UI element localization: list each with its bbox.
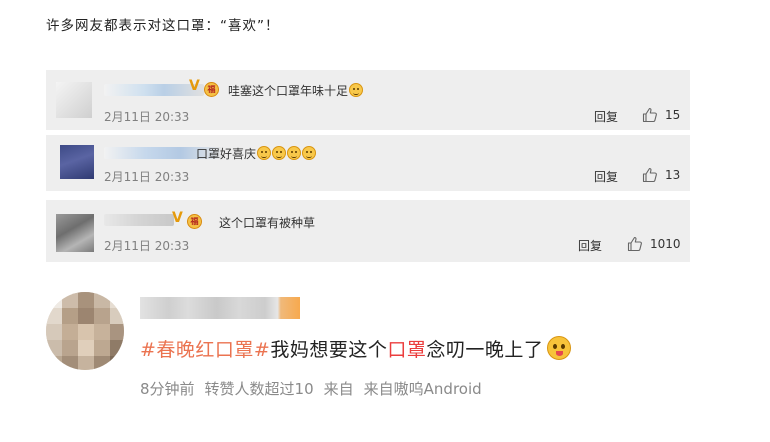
comment-time: 2月11日 20:33	[104, 170, 190, 184]
commenter-name-blurred[interactable]	[104, 214, 174, 226]
post-text-part: 我妈想要这个	[270, 339, 388, 361]
commenter-avatar[interactable]	[56, 214, 94, 252]
comment-card: V 福 哇塞这个口罩年味十足 2月11日 20:33 回复 15	[46, 70, 690, 130]
comment-card: 口罩好喜庆 2月11日 20:33 回复 13	[46, 135, 690, 191]
vip-icon: V	[189, 78, 200, 94]
like-count: 1010	[650, 237, 681, 251]
thumbs-up-icon[interactable]	[642, 107, 658, 123]
reply-button[interactable]: 回复	[594, 168, 618, 185]
member-badge-icon: 福	[204, 82, 219, 97]
post-text-part: 念叨一晚上了	[426, 339, 544, 361]
member-badge-icon: 福	[187, 214, 202, 229]
emoji-icon	[257, 146, 272, 160]
comment-card: V 福 这个口罩有被种草 2月11日 20:33 回复 1010	[46, 200, 690, 262]
commenter-avatar[interactable]	[60, 145, 94, 179]
commenter-avatar[interactable]	[56, 82, 92, 118]
post-text: #春晚红口罩#我妈想要这个口罩念叨一晚上了	[140, 335, 572, 362]
reply-button[interactable]: 回复	[578, 237, 602, 254]
post-source-label: 来自	[323, 380, 354, 398]
emoji-icon	[287, 146, 302, 160]
emoji-icon	[349, 83, 364, 97]
thumbs-up-icon[interactable]	[627, 236, 643, 252]
article-heading: 许多网友都表示对这口罩：“喜欢”！	[46, 18, 280, 34]
comment-text-content: 口罩好喜庆	[196, 147, 257, 161]
tongue-out-emoji-icon	[547, 336, 572, 360]
thumbs-up-icon[interactable]	[642, 167, 658, 183]
pixelated-avatar-icon	[46, 292, 124, 370]
post-reposts: 转赞人数超过10	[204, 380, 314, 398]
poster-name-blurred[interactable]	[140, 297, 300, 319]
emoji-icon	[302, 146, 317, 160]
emoji-icon	[272, 146, 287, 160]
post-time[interactable]: 8分钟前	[140, 380, 195, 398]
comment-text: 口罩好喜庆	[196, 145, 317, 162]
poster-avatar[interactable]	[46, 292, 124, 370]
like-count: 15	[665, 108, 681, 122]
comment-time: 2月11日 20:33	[104, 110, 190, 124]
post-source[interactable]: 来自嗷呜Android	[364, 380, 482, 398]
post-meta: 8分钟前 转赞人数超过10 来自 来自嗷呜Android	[140, 378, 492, 399]
reply-button[interactable]: 回复	[594, 108, 618, 125]
comment-text: 这个口罩有被种草	[219, 216, 316, 230]
comment-text: 哇塞这个口罩年味十足	[228, 82, 364, 99]
comment-time: 2月11日 20:33	[104, 239, 190, 253]
like-count: 13	[665, 168, 681, 182]
post-hashtag-link[interactable]: #春晚红口罩#	[140, 339, 270, 361]
comment-text-content: 哇塞这个口罩年味十足	[228, 84, 349, 98]
post-keyword-highlight[interactable]: 口罩	[387, 339, 426, 361]
vip-icon: V	[172, 210, 183, 226]
